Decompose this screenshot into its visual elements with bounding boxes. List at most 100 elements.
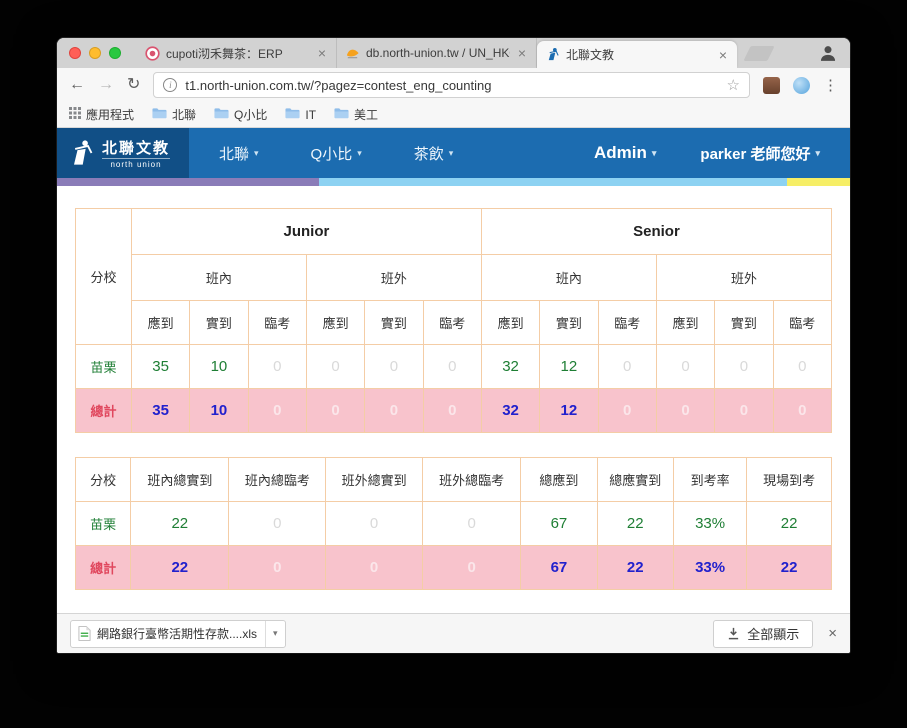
cell-value: 12 [539,344,599,389]
bookmark-folder-north-union[interactable]: 北聯 [152,106,196,123]
close-tab-icon[interactable]: × [316,46,328,60]
phpmyadmin-icon [345,46,360,61]
total-row: 總計 35 10 0 0 0 0 32 12 0 0 0 0 [75,388,833,433]
leaf-header: 應到 [130,300,191,345]
forward-button[interactable]: → [98,77,114,93]
caret-down-icon: ▾ [254,147,259,158]
close-tab-icon[interactable]: × [717,48,729,62]
leaf-header: 臨考 [597,300,657,345]
cell-value: 0 [655,344,716,389]
leaf-header: 實到 [189,300,249,345]
show-all-downloads-button[interactable]: 全部顯示 [713,619,814,648]
group-header-junior: Junior [130,208,482,255]
admin-label: Admin [594,143,647,162]
total-value: 0 [228,545,327,590]
column-header: 班外總實到 [325,457,423,502]
address-bar[interactable]: i t1.north-union.com.tw/?pagez=contest_e… [153,72,750,98]
cell-value: 10 [189,344,249,389]
column-header: 現場到考 [746,457,832,502]
extension-icon-2[interactable] [793,76,810,94]
total-value: 22 [746,545,832,590]
file-options-caret-icon[interactable]: ▾ [265,620,285,647]
close-download-bar-icon[interactable]: × [828,625,837,642]
admin-menu[interactable]: Admin ▾ [594,143,656,163]
cell-value: 0 [421,501,522,546]
column-header: 總應實到 [596,457,674,502]
bookmark-label: 美工 [354,108,379,122]
user-menu[interactable]: parker 老師您好 ▾ [700,143,820,164]
total-value: 0 [421,545,522,590]
reload-button[interactable]: ↻ [127,77,140,93]
page-info-icon[interactable]: i [163,78,178,92]
url-text[interactable]: t1.north-union.com.tw/?pagez=contest_eng… [185,78,718,93]
nav-label: 北聯 [219,145,250,163]
download-icon [729,627,739,640]
tab-phpmyadmin[interactable]: db.north-union.tw / UN_HK0 × [337,38,537,68]
site-logo[interactable]: 北聯文教 north union [57,128,189,178]
nav-item-tea[interactable]: 茶飲 ▾ [414,143,454,164]
browser-window: cupoti沏禾舞茶：ERP × db.north-union.tw / UN_… [57,38,850,653]
cell-value: 0 [247,344,307,389]
table-row: 苗栗 35 10 0 0 0 0 32 12 0 0 0 0 [75,344,833,389]
tab-cupoti-erp[interactable]: cupoti沏禾舞茶：ERP × [137,38,337,68]
back-button[interactable]: ← [69,77,85,93]
group-header-senior: Senior [480,208,833,255]
site-logo-text: 北聯文教 north union [102,137,171,169]
cell-value: 0 [228,501,327,546]
total-label: 總計 [74,545,132,590]
site-nav: 北聯 ▾ Q小比 ▾ 茶飲 ▾ [219,143,453,164]
download-bar: 網路銀行臺幣活期性存款....xls ▾ 全部顯示 × [57,613,850,653]
zoom-window-button[interactable] [109,47,121,59]
page-content: 分校 Junior Senior 班內 班外 班內 班外 應到 實到 臨考 應到… [57,186,850,613]
extension-icon[interactable] [763,76,780,94]
caret-down-icon: ▾ [651,147,657,158]
tab-strip: cupoti沏禾舞茶：ERP × db.north-union.tw / UN_… [57,38,850,68]
user-greeting: parker 老師您好 [700,145,811,163]
total-value: 0 [655,388,716,433]
total-value: 22 [130,545,230,590]
minimize-window-button[interactable] [89,47,101,59]
column-header: 分校 [74,457,132,502]
bookmark-folder-qxiaobi[interactable]: Q小比 [214,106,267,123]
cell-value: 33% [672,501,748,546]
bookmark-label: IT [305,107,317,122]
nav-item-qxiaobi[interactable]: Q小比 ▾ [311,143,362,164]
bookmark-folder-it[interactable]: IT [285,107,316,122]
apps-shortcut[interactable]: 應用程式 [69,106,134,123]
total-value: 0 [325,545,423,590]
column-header: 班內總實到 [130,457,230,502]
close-tab-icon[interactable]: × [516,46,528,60]
nav-item-north-union[interactable]: 北聯 ▾ [219,143,259,164]
caret-down-icon: ▾ [815,147,820,158]
total-value: 0 [247,388,307,433]
leaf-header: 應到 [655,300,716,345]
total-value: 0 [714,388,774,433]
new-tab-button[interactable] [743,46,775,61]
branch-label: 苗栗 [75,344,132,389]
site-header: 北聯文教 north union 北聯 ▾ Q小比 ▾ 茶飲 ▾ Admin ▾ [57,128,850,178]
browser-menu-icon[interactable]: ⋮ [823,76,838,94]
total-value: 0 [422,388,482,433]
tab-title: 北聯文教 [566,48,615,62]
header-right: Admin ▾ parker 老師您好 ▾ [594,143,850,164]
site-title: 北聯文教 [102,140,171,157]
tab-title: db.north-union.tw / UN_HK0 [366,46,510,60]
close-window-button[interactable] [69,47,81,59]
profile-icon[interactable] [818,43,838,63]
tab-north-union[interactable]: 北聯文教 × [537,41,737,68]
window-controls [57,38,137,68]
table-row: 苗栗 22 0 0 0 67 22 33% 22 [74,501,832,546]
cell-value: 0 [305,344,366,389]
total-value: 67 [520,545,598,590]
column-header: 班外總臨考 [421,457,522,502]
show-all-label: 全部顯示 [747,627,800,642]
bookmark-folder-art[interactable]: 美工 [334,106,378,123]
bookmark-star-icon[interactable]: ☆ [727,78,740,93]
folder-icon [214,107,229,122]
folder-icon [152,107,167,122]
downloaded-file-chip[interactable]: 網路銀行臺幣活期性存款....xls ▾ [70,619,286,648]
subgroup-header: 班外 [655,254,833,301]
subgroup-header: 班內 [130,254,307,301]
bookmark-label: Q小比 [234,108,268,122]
total-value: 22 [596,545,674,590]
